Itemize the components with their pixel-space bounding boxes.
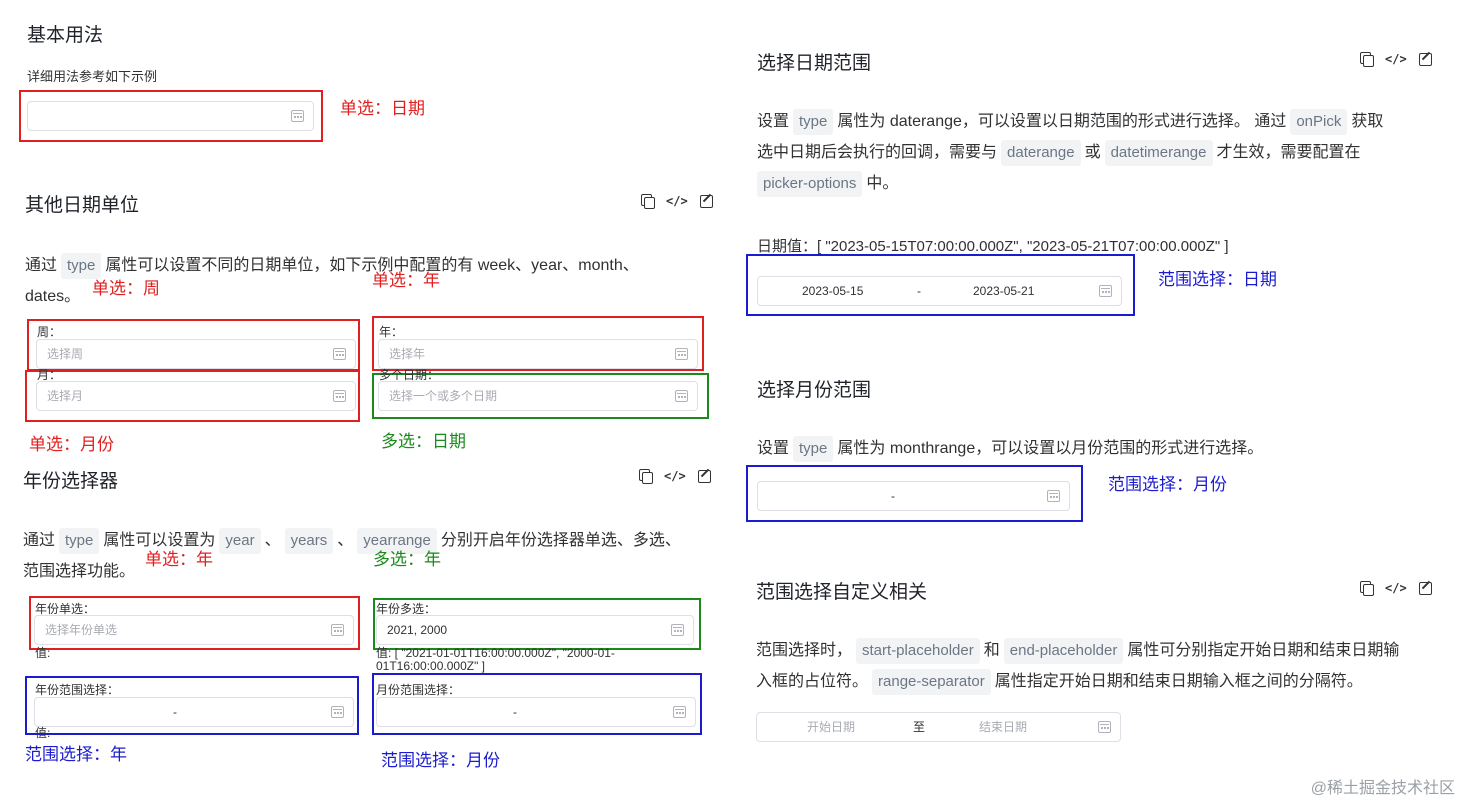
annotation: 范围选择：日期 <box>1158 270 1277 289</box>
year-picker-desc: 通过 type 属性可以设置为 year、 years、 yearrange 分别开启年份选… <box>23 525 713 587</box>
basic-desc: 详细用法参考如下示例 <box>27 69 158 84</box>
calendar-icon <box>291 110 304 122</box>
daterange-value: 日期值：[ "2023-05-15T07:00:00.000Z", "2023-… <box>757 238 1229 255</box>
annotation: 范围选择：年 <box>25 745 127 764</box>
daterange-desc: 设置 type 属性为 daterange，可以设置以日期范围的形式进行选择。 通过… <box>757 106 1437 199</box>
custom-range-desc: 范围选择时， start-placeholder 和 end-placeholder 属… <box>756 635 1446 697</box>
code-icon[interactable]: </> <box>1385 581 1407 595</box>
annotation: 单选：日期 <box>340 99 425 118</box>
monthrange-input[interactable]: - <box>757 481 1070 511</box>
calendar-icon <box>675 390 688 402</box>
edit-icon[interactable] <box>1418 581 1432 595</box>
demo-toolbar: </> <box>641 194 713 209</box>
copy-icon[interactable] <box>641 194 655 209</box>
custom-range-title: 范围选择自定义相关 <box>756 582 928 603</box>
daterange-title: 选择日期范围 <box>757 53 872 74</box>
annotation: 单选：年 <box>145 550 213 569</box>
custom-range-input[interactable]: 开始日期 至 结束日期 <box>756 712 1121 742</box>
dates-picker-input[interactable]: 选择一个或多个日期 <box>378 381 698 411</box>
calendar-icon <box>331 706 344 718</box>
year-picker-input[interactable]: 选择年 <box>378 339 698 369</box>
annotation: 单选：月份 <box>29 435 114 454</box>
annotation: 单选：周 <box>92 279 160 298</box>
code-icon[interactable]: </> <box>666 194 688 208</box>
demo-toolbar: </> <box>1360 581 1432 596</box>
year-label: 年： <box>379 325 404 339</box>
year-single-value: 值: <box>35 646 51 660</box>
basic-title: 基本用法 <box>27 25 104 46</box>
year-multi-value: 值: [ "2021-01-01T16:00:00.000Z", "2000-0… <box>376 646 615 673</box>
week-label: 周： <box>37 325 62 339</box>
year-multi-input[interactable]: 2021, 2000 <box>376 615 694 645</box>
calendar-icon <box>1047 490 1060 502</box>
calendar-icon <box>671 624 684 636</box>
calendar-icon <box>333 390 346 402</box>
calendar-icon <box>1098 721 1111 733</box>
week-picker-input[interactable]: 选择周 <box>36 339 356 369</box>
daterange-input[interactable]: 2023-05-15 - 2023-05-21 <box>757 276 1122 306</box>
annotation: 多选：年 <box>373 550 441 569</box>
year-range-value: 值: <box>35 726 51 740</box>
calendar-icon <box>333 348 346 360</box>
copy-icon[interactable] <box>639 469 653 484</box>
other-units-title: 其他日期单位 <box>25 195 140 216</box>
copy-icon[interactable] <box>1360 581 1374 596</box>
code-icon[interactable]: </> <box>1385 52 1407 66</box>
month-range-label: 月份范围选择： <box>376 683 461 697</box>
calendar-icon <box>675 348 688 360</box>
watermark: @稀土掘金技术社区 <box>1310 780 1455 797</box>
demo-toolbar: </> <box>639 469 711 484</box>
monthrange-desc: 设置 type 属性为 monthrange，可以设置以月份范围的形式进行选择。 <box>757 433 1437 464</box>
month-range-input[interactable]: - <box>376 697 696 727</box>
year-range-label: 年份范围选择： <box>35 683 120 697</box>
edit-icon[interactable] <box>1418 52 1432 66</box>
code-icon[interactable]: </> <box>664 469 686 483</box>
annotation: 单选：年 <box>372 271 440 290</box>
annotation: 范围选择：月份 <box>381 751 500 770</box>
month-picker-input[interactable]: 选择月 <box>36 381 356 411</box>
calendar-icon <box>331 624 344 636</box>
calendar-icon <box>1099 285 1112 297</box>
year-single-input[interactable]: 选择年份单选 <box>34 615 354 645</box>
year-picker-title: 年份选择器 <box>23 471 119 492</box>
edit-icon[interactable] <box>699 194 713 208</box>
year-range-input[interactable]: - <box>34 697 354 727</box>
calendar-icon <box>673 706 686 718</box>
monthrange-title: 选择月份范围 <box>757 380 872 401</box>
date-input[interactable] <box>27 101 314 131</box>
annotation: 多选：日期 <box>381 432 466 451</box>
annotation: 范围选择：月份 <box>1108 475 1227 494</box>
demo-toolbar: </> <box>1360 52 1432 67</box>
edit-icon[interactable] <box>697 469 711 483</box>
copy-icon[interactable] <box>1360 52 1374 67</box>
